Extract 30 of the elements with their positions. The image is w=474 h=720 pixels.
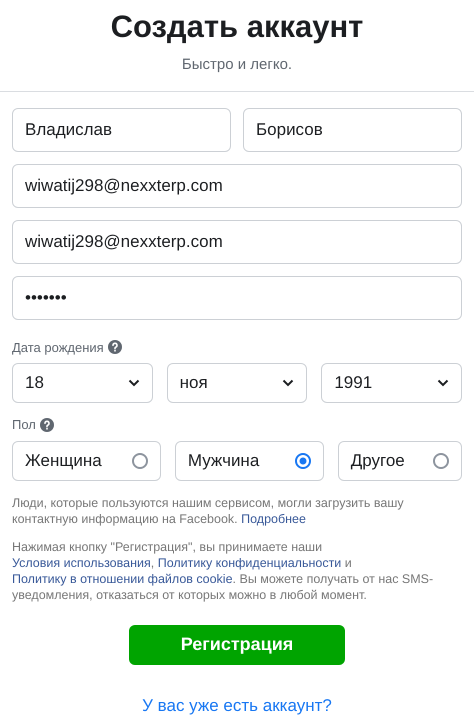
chevron-down-icon bbox=[282, 379, 294, 387]
login-link[interactable]: У вас уже есть аккаунт? bbox=[142, 692, 332, 718]
dropdown[interactable]: 18 bbox=[12, 363, 153, 403]
input-field[interactable]: wiwatij298@nexxterp.com bbox=[12, 220, 462, 264]
page-title: Создать аккаунт bbox=[110, 8, 364, 46]
help-icon[interactable] bbox=[40, 418, 54, 432]
link[interactable]: Условия использования bbox=[12, 556, 151, 570]
radio-option[interactable]: Женщина bbox=[12, 440, 161, 480]
field-label: Дата рождения bbox=[12, 338, 104, 357]
radio-option[interactable]: Другое bbox=[338, 440, 462, 480]
link[interactable]: Политику в отношении файлов cookie bbox=[12, 572, 233, 586]
chevron-down-icon bbox=[437, 379, 450, 387]
field-label: Пол bbox=[12, 416, 36, 434]
radio-button[interactable] bbox=[294, 452, 311, 468]
radio-option[interactable]: Мужчина bbox=[174, 440, 324, 480]
help-icon[interactable] bbox=[108, 340, 122, 354]
radio-button[interactable] bbox=[433, 452, 449, 468]
input-field[interactable]: ••••••• bbox=[12, 276, 462, 320]
input-field[interactable]: Борисов bbox=[243, 108, 462, 152]
dropdown[interactable]: 1991 bbox=[321, 363, 462, 403]
input-field[interactable]: Владислав bbox=[12, 108, 231, 152]
page-subtitle: Быстро и легко. bbox=[182, 55, 292, 75]
link[interactable]: Политику конфиденциальности bbox=[158, 556, 342, 570]
notice-text: Нажимая кнопку "Регистрация", вы принимаете наши Условия использования, Политику конфиденциальности и Политику в отношении файлов cookie. Вы можете получать от нас SMS-уведомления, отказаться от которых можно в любой момент. bbox=[12, 538, 434, 602]
chevron-down-icon bbox=[128, 379, 140, 387]
link[interactable]: Подробнее bbox=[241, 512, 306, 526]
input-field[interactable]: wiwatij298@nexxterp.com bbox=[12, 164, 462, 208]
notice-text: Люди, которые пользуются нашим сервисом, могли загрузить вашу контактную информацию на Facebook. Подробнее bbox=[12, 494, 405, 526]
radio-button[interactable] bbox=[132, 452, 148, 468]
dropdown[interactable]: ноя bbox=[166, 363, 308, 403]
